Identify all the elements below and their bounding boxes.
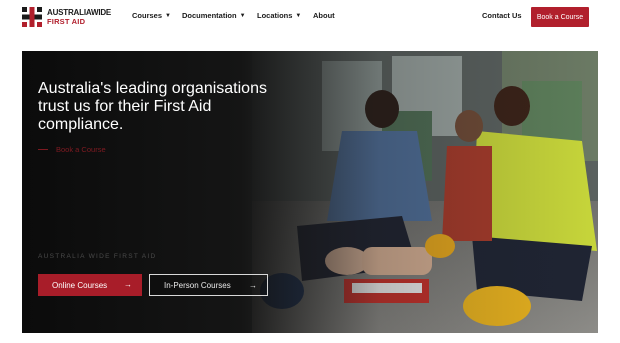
site-header: AUSTRALIAWIDE FIRST AID Courses ▼ Docume… <box>0 0 620 34</box>
nav-item-documentation[interactable]: Documentation ▼ <box>182 11 246 20</box>
nav-item-label: Documentation <box>182 11 237 20</box>
hero-title: Australia's leading organisations trust … <box>38 80 267 133</box>
book-course-button[interactable]: Book a Course <box>531 7 589 27</box>
chevron-down-icon: ▼ <box>239 12 246 19</box>
main-nav: Courses ▼ Documentation ▼ Locations ▼ Ab… <box>0 11 620 25</box>
nav-item-label: Courses <box>132 11 163 20</box>
arrow-right-icon: → <box>249 281 257 290</box>
nav-item-locations[interactable]: Locations ▼ <box>257 11 301 20</box>
chevron-down-icon: ▼ <box>295 12 302 19</box>
nav-item-label: Locations <box>257 11 293 20</box>
nav-item-courses[interactable]: Courses ▼ <box>132 11 171 20</box>
nav-item-label: About <box>313 11 335 20</box>
hero-link-label: Book a Course <box>56 145 106 154</box>
chevron-down-icon: ▼ <box>165 12 171 19</box>
contact-us-label: Contact Us <box>482 11 522 20</box>
dash-icon <box>38 149 48 150</box>
nav-item-about[interactable]: About <box>313 11 335 20</box>
hero-kicker: AUSTRALIA WIDE FIRST AID <box>38 253 157 260</box>
contact-us-link[interactable]: Contact Us <box>482 11 522 20</box>
in-person-courses-label: In-Person Courses <box>164 280 231 290</box>
hero-book-course-link[interactable]: Book a Course <box>38 145 106 154</box>
in-person-courses-button[interactable]: In-Person Courses → <box>149 274 268 296</box>
hero-banner: Australia's leading organisations trust … <box>22 51 598 333</box>
online-courses-button[interactable]: Online Courses → <box>38 274 142 296</box>
online-courses-label: Online Courses <box>52 280 108 290</box>
arrow-right-icon: → <box>124 280 132 289</box>
